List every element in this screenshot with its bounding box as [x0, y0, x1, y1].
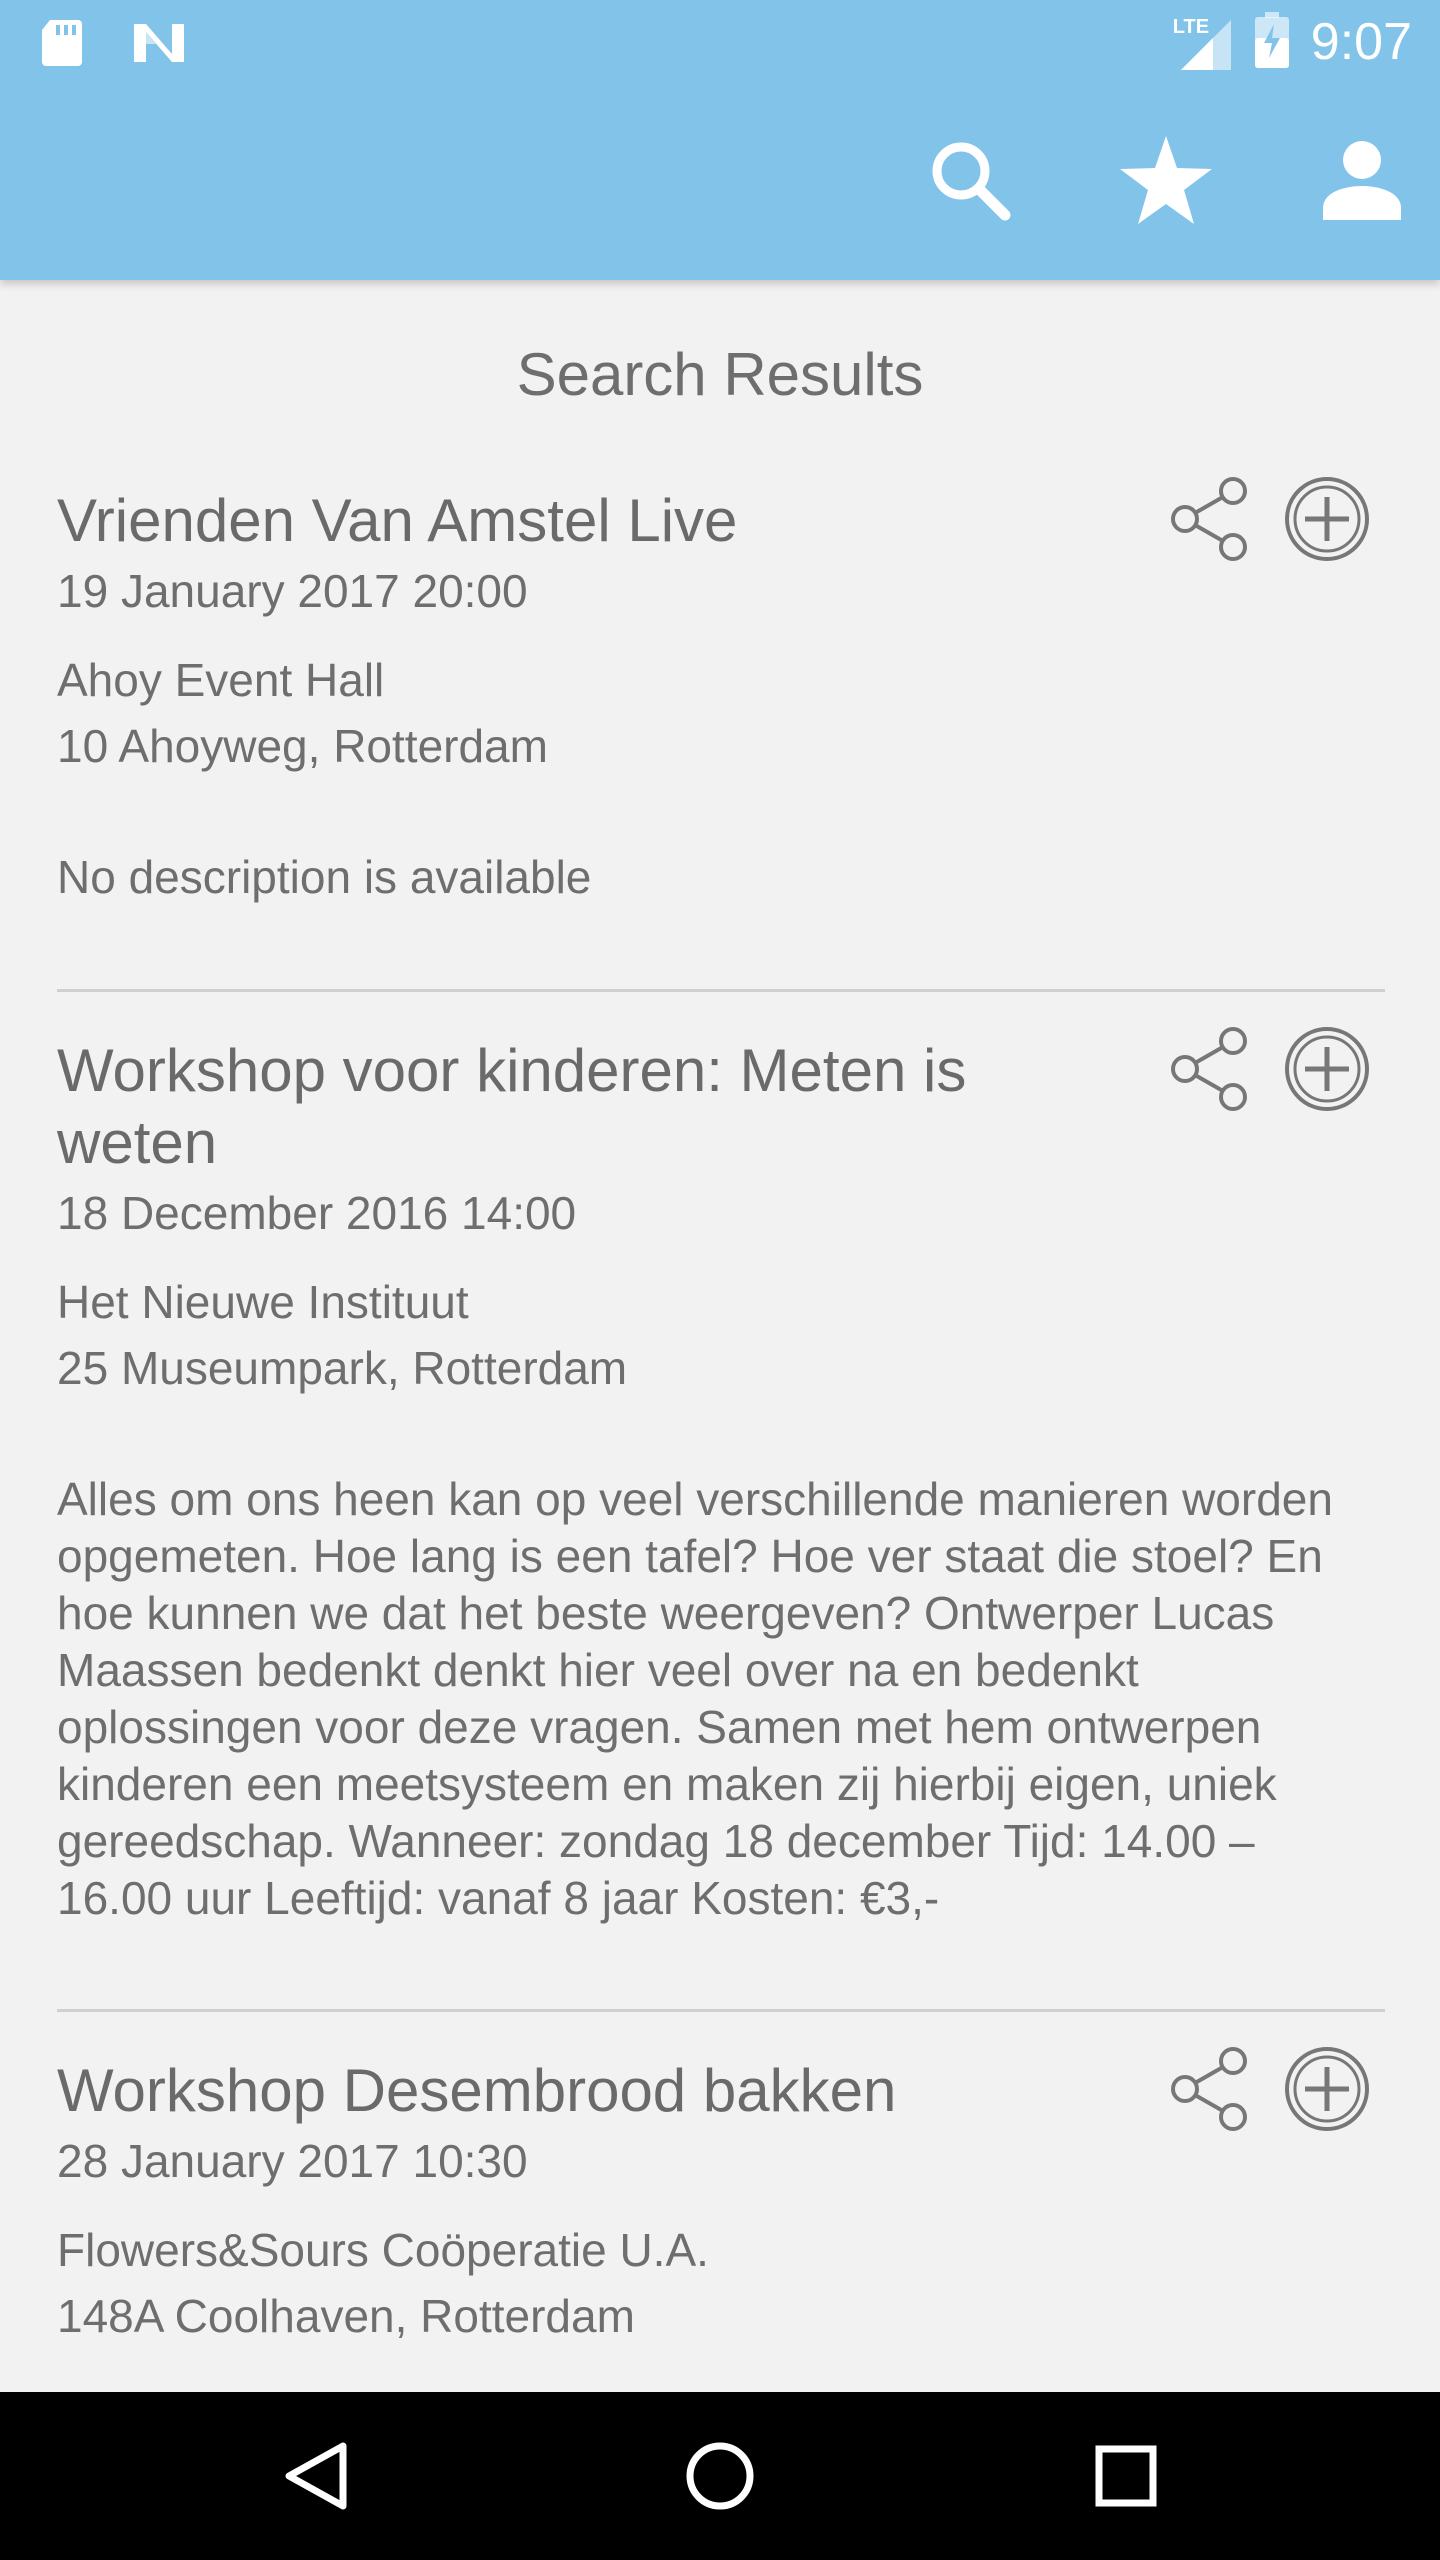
share-icon [1171, 477, 1247, 561]
add-circle-icon [1285, 1027, 1369, 1111]
person-icon [1323, 141, 1401, 220]
share-button[interactable] [1165, 475, 1253, 563]
event-actions [1165, 475, 1371, 563]
search-icon [932, 142, 1011, 221]
divider [57, 2009, 1385, 2012]
share-icon [1171, 1027, 1247, 1111]
navigation-bar [0, 2392, 1440, 2560]
share-button[interactable] [1165, 1025, 1253, 1113]
sd-card-icon [40, 18, 84, 73]
search-button[interactable] [922, 132, 1018, 228]
star-icon [1120, 136, 1212, 224]
favorites-button[interactable] [1118, 132, 1214, 228]
event-title: Workshop voor kinderen: Meten is weten [57, 1037, 967, 1176]
back-icon [285, 2442, 347, 2510]
home-button[interactable] [672, 2428, 768, 2524]
battery-charging-icon [1254, 11, 1289, 73]
event-venue: Flowers&Sours Coöperatie U.A. [57, 2224, 709, 2276]
event-address: 25 Museumpark, Rotterdam [57, 1342, 628, 1394]
event-address: 148A Coolhaven, Rotterdam [57, 2290, 635, 2342]
recents-icon [1095, 2445, 1157, 2507]
event-actions [1165, 1025, 1371, 1113]
add-button[interactable] [1283, 2045, 1371, 2133]
share-icon [1171, 2047, 1247, 2131]
event-venue: Het Nieuwe Instituut [57, 1276, 469, 1328]
status-right: LTE 9:07 [1173, 10, 1412, 74]
recents-button[interactable] [1078, 2428, 1174, 2524]
event-date: 19 January 2017 20:00 [57, 565, 528, 617]
event-date: 18 December 2016 14:00 [57, 1187, 577, 1239]
event-address: 10 Ahoyweg, Rotterdam [57, 720, 548, 772]
n-logo-icon [132, 20, 186, 71]
toolbar-actions [922, 132, 1410, 228]
event-description: No description is available [57, 851, 592, 903]
add-circle-icon [1285, 2047, 1369, 2131]
add-button[interactable] [1283, 475, 1371, 563]
search-results-list[interactable]: Search Results Vrienden Van Amstel Live … [0, 280, 1440, 2392]
event-card[interactable]: Workshop voor kinderen: Meten is weten 1… [57, 1027, 1385, 1927]
profile-button[interactable] [1314, 132, 1410, 228]
event-actions [1165, 2045, 1371, 2133]
add-button[interactable] [1283, 1025, 1371, 1113]
event-description: Alles om ons heen kan op veel verschille… [57, 1473, 1333, 1924]
add-circle-icon [1285, 477, 1369, 561]
signal-icon: LTE [1173, 12, 1233, 72]
back-button[interactable] [268, 2428, 364, 2524]
event-title: Workshop Desembrood bakken [57, 2057, 897, 2124]
event-title: Vrienden Van Amstel Live [57, 487, 738, 554]
network-label: LTE [1172, 16, 1210, 38]
app-bar: LTE 9:07 [0, 0, 1440, 280]
event-venue: Ahoy Event Hall [57, 654, 385, 706]
page-title: Search Results [516, 341, 924, 408]
home-icon [686, 2442, 754, 2510]
event-card[interactable]: Vrienden Van Amstel Live 19 January 2017… [57, 477, 1385, 906]
status-left [40, 18, 186, 73]
divider [57, 989, 1385, 992]
status-time: 9:07 [1310, 13, 1412, 71]
event-date: 28 January 2017 10:30 [57, 2135, 528, 2187]
event-card[interactable]: Workshop Desembrood bakken 28 January 20… [57, 2047, 1385, 2349]
share-button[interactable] [1165, 2045, 1253, 2133]
